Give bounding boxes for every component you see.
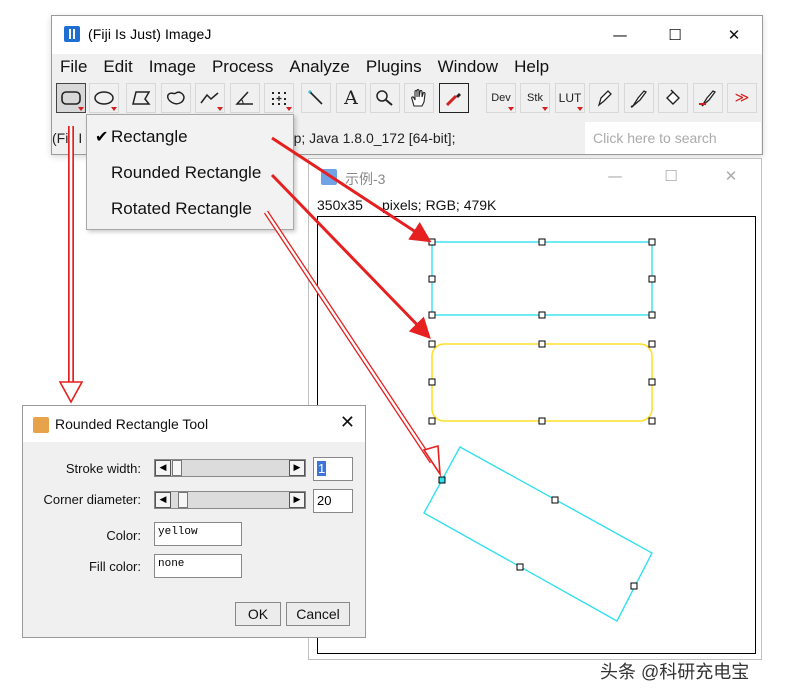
corner-diameter-slider[interactable]: ◀ ▶ [154,491,306,509]
text-tool-button[interactable]: A [336,83,366,113]
overlay-brush-icon [699,90,716,107]
image-info-suffix: pixels; RGB; 479K [382,197,497,213]
stroke-width-value: 1 [317,461,327,476]
polygon-icon [132,91,151,105]
hand-icon [411,88,426,107]
menu-edit[interactable]: Edit [95,57,140,77]
dev-button[interactable]: Dev [486,83,516,113]
segmented-line-icon [200,92,219,104]
color-input[interactable]: yellow [154,522,242,546]
stk-label: Stk [527,92,543,104]
menu-help[interactable]: Help [506,57,557,77]
arrow-right-icon[interactable]: ▶ [289,460,305,476]
pencil-tool-button[interactable] [589,83,619,113]
overlay-brush-tool-button[interactable] [693,83,723,113]
paint-bucket-icon [666,89,680,105]
flood-fill-tool-button[interactable] [658,83,688,113]
fill-color-input[interactable]: none [154,554,242,578]
stroke-width-label: Stroke width: [65,461,141,476]
minimize-button[interactable]: — [598,22,642,48]
line-tool-button[interactable] [195,83,225,113]
arrow-right-icon[interactable]: ▶ [289,492,305,508]
menu-item-rectangle[interactable]: Rectangle [111,127,188,147]
rounded-rectangle-dialog: Rounded Rectangle Tool ✕ Stroke width: ◀… [22,405,366,638]
arrow-left-icon[interactable]: ◀ [155,460,171,476]
eyedropper-icon [445,93,461,107]
pencil-icon [597,90,612,107]
rounded-rectangle-icon [61,91,81,105]
cancel-button[interactable]: Cancel [286,602,350,626]
search-input[interactable]: Click here to search [585,122,761,154]
menu-window[interactable]: Window [430,57,506,77]
main-titlebar[interactable]: (Fiji Is Just) ImageJ — ☐ ✕ [52,16,762,54]
image-window-title: 示例-3 [345,171,386,187]
menu-file[interactable]: File [52,57,95,77]
image-info-prefix: 350x35 [317,197,363,213]
checkmark-icon: ✔ [95,127,109,146]
close-button[interactable]: ✕ [712,22,756,48]
multipoint-icon [272,92,286,105]
ok-button[interactable]: OK [235,602,281,626]
color-picker-tool-button[interactable] [439,83,469,113]
slider-thumb[interactable] [178,492,188,508]
rectangle-tool-popup-menu: ✔ Rectangle Rounded Rectangle Rotated Re… [86,114,294,230]
fiji-app-icon [64,26,80,42]
maximize-button[interactable]: ☐ [653,22,697,48]
image-window-icon [321,169,337,185]
magnifier-icon [376,90,393,106]
freehand-icon [167,91,185,105]
stroke-width-slider[interactable]: ◀ ▶ [154,459,306,477]
watermark-text: 头条 @科研充电宝 [600,662,750,682]
rectangle-tool-button[interactable] [56,83,86,113]
arrow-head-outline [58,381,84,404]
wand-tool-button[interactable] [301,83,331,113]
double-chevron-right-icon: ≫ [734,90,750,106]
magnifier-tool-button[interactable] [370,83,400,113]
oval-tool-button[interactable] [89,83,119,113]
more-tools-button[interactable]: ≫ [727,83,757,113]
dialog-title: Rounded Rectangle Tool [55,416,209,432]
java-app-icon [33,417,49,433]
tool-bar: A Dev Stk LUT ≫ [54,83,764,113]
main-window-title: (Fiji Is Just) ImageJ [88,26,212,42]
image-minimize-button[interactable]: — [593,163,637,189]
color-label: Color: [106,528,141,543]
menu-process[interactable]: Process [204,57,281,77]
corner-diameter-input[interactable]: 20 [313,489,353,513]
magic-wand-icon [308,90,323,105]
lut-button[interactable]: LUT [555,83,585,113]
image-close-button[interactable]: ✕ [709,163,753,189]
point-tool-button[interactable] [264,83,294,113]
menu-item-rounded-rectangle[interactable]: Rounded Rectangle [111,163,261,183]
paintbrush-icon [630,90,647,108]
image-maximize-button[interactable]: ☐ [649,163,693,189]
status-text-suffix: 52p; Java 1.8.0_172 [64-bit]; [278,130,456,146]
dialog-titlebar[interactable]: Rounded Rectangle Tool ✕ [23,406,365,442]
menu-image[interactable]: Image [141,57,204,77]
slider-thumb[interactable] [172,460,182,476]
lut-label: LUT [558,91,582,105]
freehand-tool-button[interactable] [161,83,191,113]
stroke-width-input[interactable]: 1 [313,457,353,481]
scrolling-tool-button[interactable] [404,83,434,113]
status-text-prefix: (Fiji I [52,130,83,146]
menu-bar: File Edit Image Process Analyze Plugins … [52,54,762,80]
arrow-left-icon[interactable]: ◀ [155,492,171,508]
menu-plugins[interactable]: Plugins [358,57,430,77]
dialog-close-button[interactable]: ✕ [340,412,355,433]
stk-button[interactable]: Stk [520,83,550,113]
oval-icon [94,91,114,105]
image-window: 示例-3 — ☐ ✕ 350x35 pixels; RGB; 479K [308,158,762,660]
polygon-tool-button[interactable] [126,83,156,113]
image-canvas[interactable] [317,216,756,654]
menu-analyze[interactable]: Analyze [281,57,357,77]
fill-color-label: Fill color: [88,559,141,574]
text-tool-icon: A [344,87,358,109]
brush-tool-button[interactable] [624,83,654,113]
dev-label: Dev [491,92,511,104]
corner-diameter-label: Corner diameter: [43,492,141,507]
menu-item-rotated-rectangle[interactable]: Rotated Rectangle [111,199,252,219]
angle-icon [235,91,253,105]
angle-tool-button[interactable] [230,83,260,113]
